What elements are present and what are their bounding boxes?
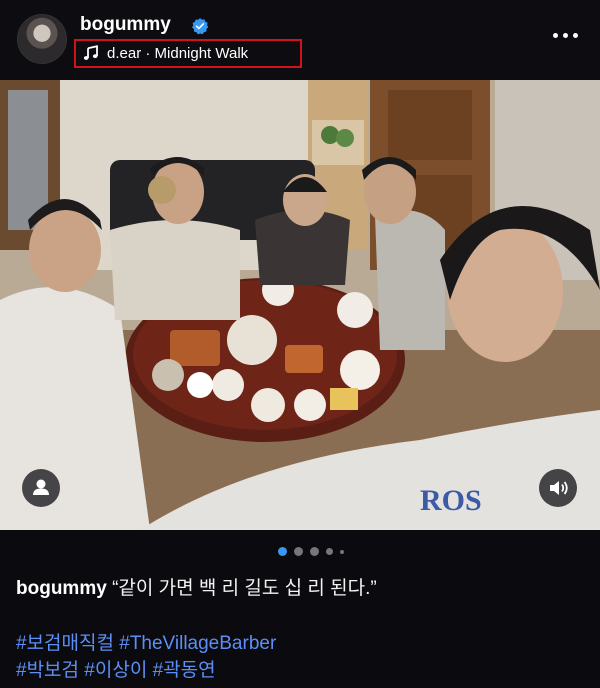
post-header: bogummy d.ear · Midnight Walk xyxy=(0,0,600,80)
carousel-dot xyxy=(326,548,333,555)
user-tag-icon xyxy=(33,479,49,495)
music-note-icon xyxy=(83,45,98,60)
carousel-dot-active xyxy=(278,547,287,556)
carousel-dot xyxy=(294,547,303,556)
hashtag-link[interactable]: #박보검 xyxy=(16,660,79,681)
hashtag-link[interactable]: #TheVillageBarber xyxy=(119,633,276,654)
more-options-icon[interactable] xyxy=(553,30,579,40)
carousel-dot xyxy=(310,547,319,556)
hashtag-link[interactable]: #곽동연 xyxy=(153,660,216,681)
post-caption: bogummy “같이 가면 백 리 길도 십 리 된다.” xyxy=(16,573,377,600)
speaker-icon xyxy=(550,481,568,495)
hashtags-line-2: #박보검 #이상이 #곽동연 xyxy=(16,655,216,682)
music-attribution[interactable]: d.ear · Midnight Walk xyxy=(74,39,302,68)
sound-toggle-button[interactable] xyxy=(539,469,577,507)
tagged-users-button[interactable] xyxy=(22,469,60,507)
hashtags-line-1: #보검매직컬 #TheVillageBarber xyxy=(16,628,276,655)
caption-username[interactable]: bogummy xyxy=(16,578,107,599)
carousel-dot xyxy=(340,550,344,554)
caption-text: “같이 가면 백 리 길도 십 리 된다.” xyxy=(112,578,377,599)
profile-avatar[interactable] xyxy=(17,14,67,64)
post-username[interactable]: bogummy xyxy=(80,14,171,36)
music-label: d.ear · Midnight Walk xyxy=(107,45,249,62)
photo-illustration: ROS xyxy=(0,80,600,530)
svg-text:ROS: ROS xyxy=(420,484,482,517)
post-photo[interactable]: ROS xyxy=(0,80,600,530)
verified-badge-icon xyxy=(192,18,209,35)
hashtag-link[interactable]: #이상이 xyxy=(84,660,147,681)
hashtag-link[interactable]: #보검매직컬 xyxy=(16,633,114,654)
